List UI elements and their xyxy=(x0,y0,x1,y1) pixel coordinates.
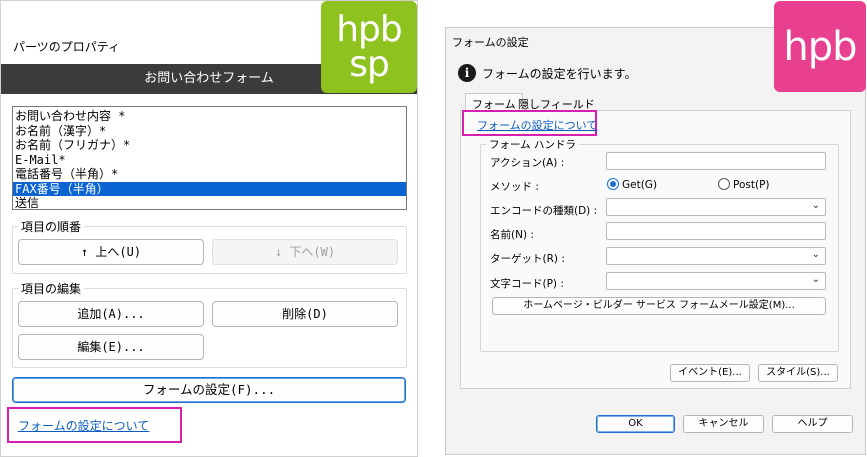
list-item[interactable]: お名前（フリガナ）* xyxy=(13,138,406,153)
list-item[interactable]: お名前（漢字）* xyxy=(13,124,406,139)
style-button[interactable]: スタイル(S)... xyxy=(758,364,838,382)
target-select[interactable]: ⌄ xyxy=(606,247,826,265)
get-radio[interactable] xyxy=(607,178,619,190)
info-row: i フォームの設定を行います。 xyxy=(458,64,636,82)
cancel-button[interactable]: キャンセル xyxy=(683,415,764,433)
chevron-down-icon: ⌄ xyxy=(811,274,820,285)
list-item[interactable]: 送信 xyxy=(13,196,406,211)
chevron-down-icon: ⌄ xyxy=(811,249,820,260)
logo-hpb-text: hpb xyxy=(336,9,403,50)
method-label: メソッド : xyxy=(490,181,539,193)
encoding-select[interactable]: ⌄ xyxy=(606,198,826,216)
name-label: 名前(N) : xyxy=(490,229,534,241)
about-form-settings-link-right[interactable]: フォームの設定について xyxy=(477,117,597,133)
logo-sp-text: sp xyxy=(349,44,390,85)
form-mail-settings-button[interactable]: ホームページ・ビルダー サービス フォームメール設定(M)... xyxy=(492,297,826,315)
edit-item-button[interactable]: 編集(E)... xyxy=(18,334,204,360)
list-item[interactable]: 電話番号（半角）* xyxy=(13,167,406,182)
form-settings-button[interactable]: フォームの設定(F)... xyxy=(12,377,406,403)
edit-group-title: 項目の編集 xyxy=(18,280,85,297)
dialog-title: フォームの設定 xyxy=(452,36,529,49)
logo-hpb-pink-text: hpb xyxy=(783,23,857,70)
post-radio[interactable] xyxy=(718,178,730,190)
event-button[interactable]: イベント(E)... xyxy=(670,364,750,382)
order-group-title: 項目の順番 xyxy=(18,218,85,235)
move-up-button[interactable]: ↑ 上へ(U) xyxy=(18,239,204,265)
list-item[interactable]: お問い合わせ内容 * xyxy=(13,109,406,124)
target-label: ターゲット(R) : xyxy=(490,253,565,265)
action-input[interactable] xyxy=(606,152,826,170)
charset-select[interactable]: ⌄ xyxy=(606,272,826,290)
about-form-settings-link[interactable]: フォームの設定について xyxy=(18,417,149,434)
chevron-down-icon: ⌄ xyxy=(811,200,820,211)
name-input[interactable] xyxy=(606,222,826,240)
delete-item-button[interactable]: 削除(D) xyxy=(212,301,398,327)
info-icon: i xyxy=(458,64,476,82)
hpb-sp-logo: hpb sp xyxy=(321,1,417,93)
form-handler-title: フォーム ハンドラ xyxy=(486,137,580,152)
ok-button[interactable]: OK xyxy=(596,415,675,433)
help-button[interactable]: ヘルプ xyxy=(772,415,853,433)
action-label: アクション(A) : xyxy=(490,157,565,169)
info-text: フォームの設定を行います。 xyxy=(482,66,637,81)
get-label: Get(G) xyxy=(622,179,658,191)
move-down-button[interactable]: ↓ 下へ(W) xyxy=(212,239,398,265)
add-item-button[interactable]: 追加(A)... xyxy=(18,301,204,327)
charset-label: 文字コード(P) : xyxy=(490,278,564,290)
post-label: Post(P) xyxy=(733,179,770,191)
encoding-label: エンコードの種類(D) : xyxy=(490,205,598,217)
list-item[interactable]: E-Mail* xyxy=(13,153,406,168)
hpb-logo: hpb xyxy=(774,1,866,92)
form-items-list[interactable]: お問い合わせ内容 * お名前（漢字）* お名前（フリガナ）* E-Mail* 電話番号（… xyxy=(12,106,407,210)
list-item[interactable]: FAX番号（半角） xyxy=(13,181,406,196)
